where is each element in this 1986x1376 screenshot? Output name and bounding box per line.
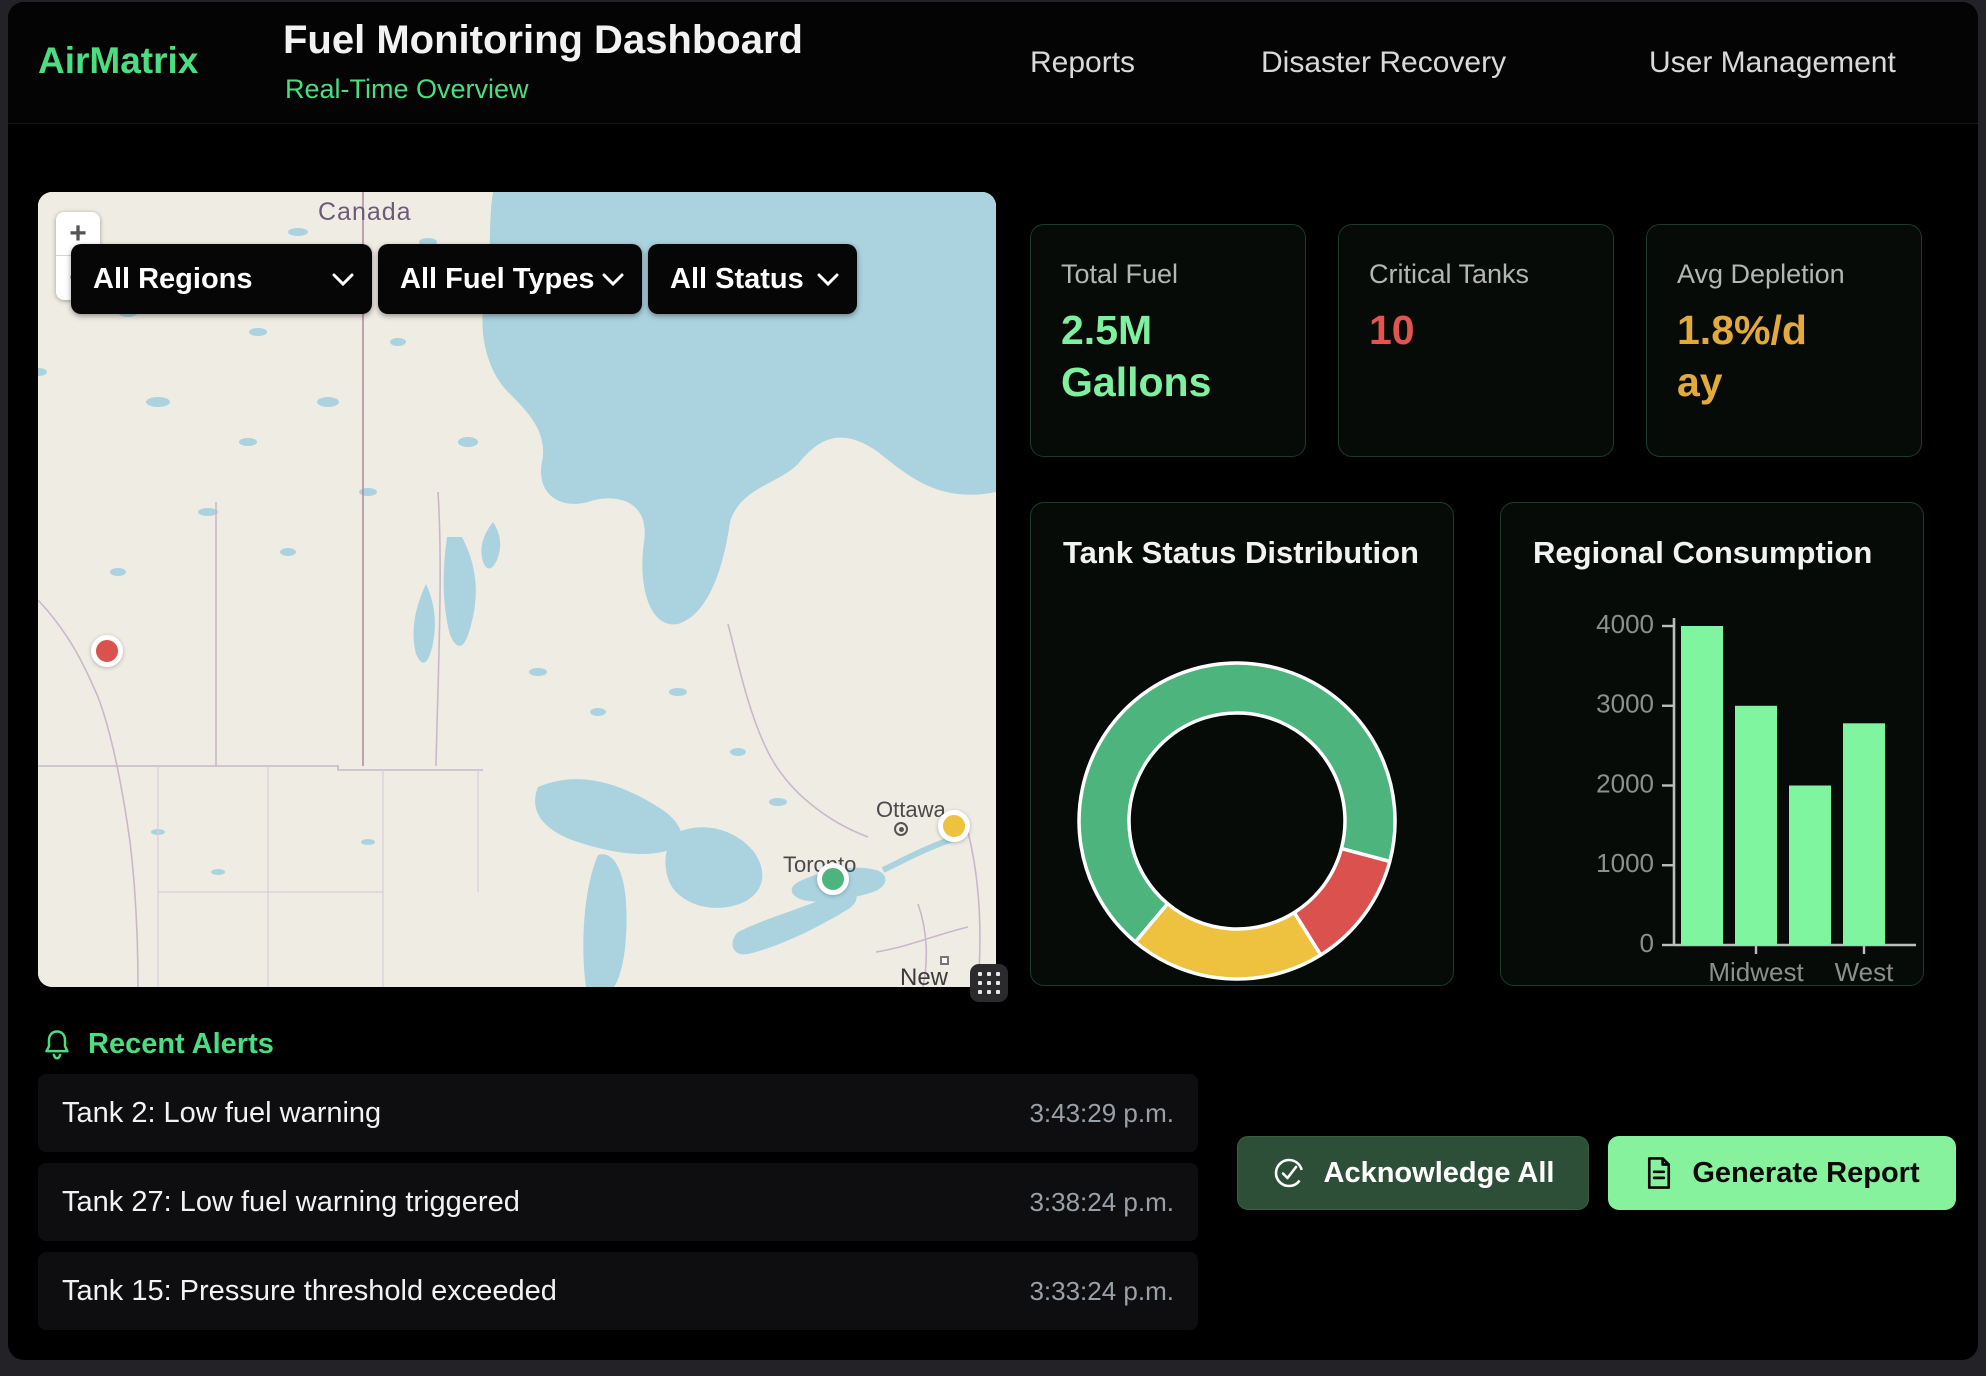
- status-filter-select[interactable]: All Status: [648, 244, 857, 314]
- stat-label: Avg Depletion: [1677, 259, 1891, 290]
- tank-marker-warning[interactable]: [938, 810, 970, 842]
- map-filters: All Regions All Fuel Types All Status: [38, 244, 996, 314]
- status-filter-value: All Status: [670, 263, 804, 296]
- svg-text:4000: 4000: [1596, 609, 1654, 639]
- bell-icon: [42, 1029, 72, 1061]
- header: AirMatrix Fuel Monitoring Dashboard Real…: [8, 2, 1978, 124]
- page-title: Fuel Monitoring Dashboard: [283, 18, 803, 63]
- acknowledge-all-button[interactable]: Acknowledge All: [1237, 1136, 1589, 1210]
- nav-user-management[interactable]: User Management: [1649, 46, 1896, 80]
- alert-message: Tank 27: Low fuel warning triggered: [62, 1186, 520, 1219]
- fuel-type-filter-value: All Fuel Types: [400, 263, 594, 296]
- ottawa-city-dot: [894, 822, 908, 836]
- alert-timestamp: 3:43:29 p.m.: [1029, 1098, 1174, 1129]
- alert-row[interactable]: Tank 27: Low fuel warning triggered 3:38…: [38, 1163, 1198, 1241]
- stat-value-total-fuel: 2.5M Gallons: [1061, 304, 1276, 409]
- stat-value-critical-tanks: 10: [1369, 304, 1583, 356]
- svg-text:Midwest: Midwest: [1708, 957, 1804, 986]
- app-window: AirMatrix Fuel Monitoring Dashboard Real…: [8, 2, 1978, 1360]
- alert-message: Tank 2: Low fuel warning: [62, 1097, 381, 1130]
- svg-text:0: 0: [1640, 928, 1654, 958]
- chevron-down-icon: [332, 273, 354, 286]
- document-icon: [1644, 1156, 1674, 1190]
- acknowledge-all-label: Acknowledge All: [1324, 1157, 1555, 1190]
- tank-marker-critical[interactable]: [91, 635, 123, 667]
- brand-logo[interactable]: AirMatrix: [38, 40, 198, 82]
- alerts-heading: Recent Alerts: [88, 1028, 274, 1061]
- map-label-canada: Canada: [318, 198, 412, 227]
- alert-timestamp: 3:33:24 p.m.: [1029, 1276, 1174, 1307]
- svg-text:3000: 3000: [1596, 689, 1654, 719]
- region-filter-select[interactable]: All Regions: [71, 244, 372, 314]
- stat-card-critical-tanks: Critical Tanks 10: [1338, 224, 1614, 457]
- alert-row[interactable]: Tank 2: Low fuel warning 3:43:29 p.m.: [38, 1074, 1198, 1152]
- check-circle-icon: [1272, 1156, 1306, 1190]
- alert-message: Tank 15: Pressure threshold exceeded: [62, 1275, 557, 1308]
- fuel-type-filter-select[interactable]: All Fuel Types: [378, 244, 642, 314]
- alert-row[interactable]: Tank 15: Pressure threshold exceeded 3:3…: [38, 1252, 1198, 1330]
- stat-card-avg-depletion: Avg Depletion 1.8%/day: [1646, 224, 1922, 457]
- page-subtitle: Real-Time Overview: [285, 74, 529, 105]
- region-filter-value: All Regions: [93, 263, 253, 296]
- fuel-map[interactable]: + − All Regions All Fuel Types All Statu…: [38, 192, 996, 987]
- donut-chart-card: Tank Status Distribution: [1030, 502, 1454, 986]
- generate-report-label: Generate Report: [1692, 1157, 1919, 1190]
- generate-report-button[interactable]: Generate Report: [1608, 1136, 1956, 1210]
- tank-marker-normal[interactable]: [817, 863, 849, 895]
- map-label-ottawa: Ottawa: [876, 797, 946, 823]
- stat-label: Total Fuel: [1061, 259, 1275, 290]
- svg-text:West: West: [1835, 957, 1895, 986]
- regional-consumption-bar-chart: 0 1000 2000 3000 4000 Midwest West: [1501, 503, 1924, 986]
- alert-timestamp: 3:38:24 p.m.: [1029, 1187, 1174, 1218]
- alerts-header: Recent Alerts: [42, 1028, 274, 1061]
- tank-status-donut-chart: [1031, 503, 1454, 986]
- nav-reports[interactable]: Reports: [1030, 46, 1135, 80]
- bar-chart-card: Regional Consumption 01000200030004000Mi…: [1500, 502, 1924, 986]
- panel-resize-handle[interactable]: [970, 964, 1008, 1002]
- svg-text:2000: 2000: [1596, 768, 1654, 798]
- svg-text:1000: 1000: [1596, 848, 1654, 878]
- stat-card-total-fuel: Total Fuel 2.5M Gallons: [1030, 224, 1306, 457]
- stat-label: Critical Tanks: [1369, 259, 1583, 290]
- chevron-down-icon: [602, 273, 624, 286]
- chevron-down-icon: [817, 273, 839, 286]
- nav-disaster-recovery[interactable]: Disaster Recovery: [1261, 46, 1506, 80]
- stat-value-avg-depletion: 1.8%/day: [1677, 304, 1817, 409]
